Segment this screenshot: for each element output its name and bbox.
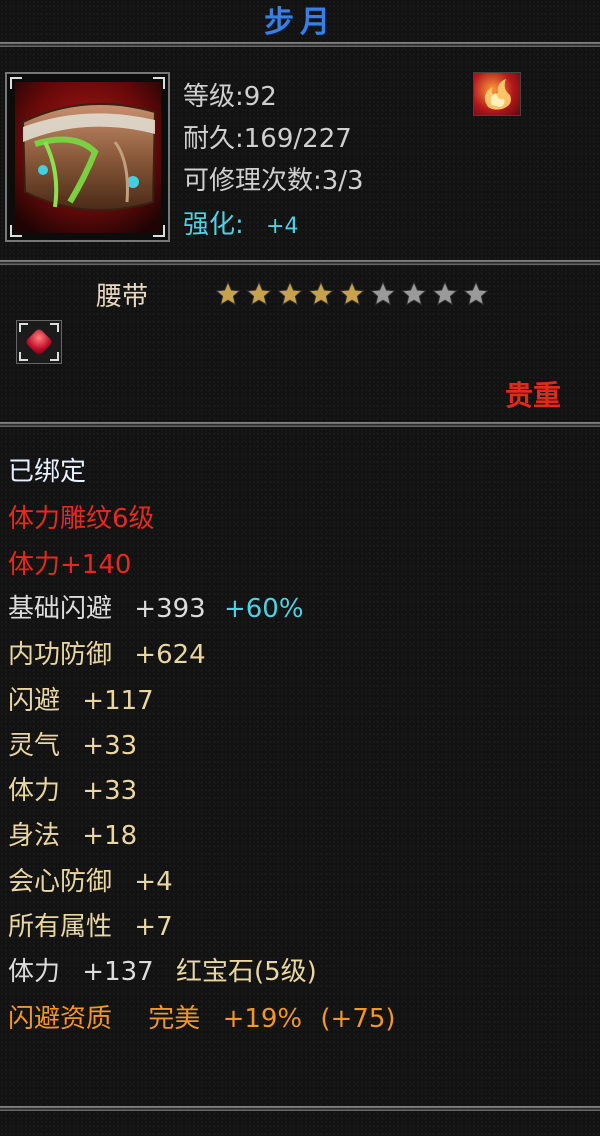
agility-line: 身法 +18 bbox=[8, 819, 137, 853]
attr-percent: +60% bbox=[223, 594, 304, 624]
bound-status: 已绑定 bbox=[8, 457, 87, 487]
star-filled-icon bbox=[339, 281, 365, 306]
slot-corner bbox=[19, 323, 28, 332]
attr-value: +117 bbox=[82, 686, 154, 716]
aptitude-percent: +19% bbox=[222, 1004, 303, 1034]
refine-stat: 强化: +4 bbox=[183, 204, 298, 241]
flame-icon-glyph bbox=[484, 79, 511, 110]
attr-label: 会心防御 bbox=[8, 867, 113, 897]
attr-value: +624 bbox=[134, 640, 206, 670]
star-empty-icon bbox=[401, 281, 427, 306]
attr-label: 体力 bbox=[8, 957, 61, 987]
crit-defense-line: 会心防御 +4 bbox=[8, 865, 173, 899]
attr-label: 内功防御 bbox=[8, 640, 113, 670]
attr-label: 灵气 bbox=[8, 731, 61, 761]
rarity-label: 贵重 bbox=[505, 379, 562, 412]
attr-label: 基础闪避 bbox=[8, 594, 113, 624]
star-filled-icon bbox=[215, 281, 241, 306]
slot-corner bbox=[19, 352, 28, 361]
star-filled-icon bbox=[308, 281, 334, 306]
star-filled-icon bbox=[246, 281, 272, 306]
gem-bonus-line: 体力 +137 红宝石(5级) bbox=[8, 955, 317, 989]
divider-bottom bbox=[0, 1106, 600, 1111]
attr-label: 体力 bbox=[8, 776, 61, 806]
divider-middle bbox=[0, 260, 600, 265]
divider-attributes bbox=[0, 422, 600, 427]
flame-icon[interactable] bbox=[473, 72, 521, 116]
attr-label: 闪避资质 bbox=[8, 1004, 113, 1034]
level-stat: 等级:92 bbox=[183, 82, 277, 112]
item-icon-frame[interactable] bbox=[5, 72, 170, 242]
aptitude-extra: (+75) bbox=[320, 1004, 396, 1034]
all-attributes-line: 所有属性 +7 bbox=[8, 910, 173, 944]
belt-icon bbox=[15, 82, 161, 233]
star-empty-icon bbox=[370, 281, 396, 306]
attr-label: 所有属性 bbox=[8, 912, 113, 942]
gem-name: 红宝石(5级) bbox=[175, 957, 317, 987]
attr-label: 闪避 bbox=[8, 686, 61, 716]
attr-value: +33 bbox=[82, 776, 138, 806]
attr-value: +393 bbox=[134, 594, 206, 624]
slot-corner bbox=[50, 323, 59, 332]
star-empty-icon bbox=[432, 281, 458, 306]
aptitude-grade: 完美 bbox=[148, 1004, 201, 1034]
dodge-line: 闪避 +117 bbox=[8, 684, 154, 718]
slot-corner bbox=[50, 352, 59, 361]
stamina-line: 体力 +33 bbox=[8, 774, 137, 808]
attr-value: +137 bbox=[82, 957, 154, 987]
attr-value: +33 bbox=[82, 731, 138, 761]
attr-value: +4 bbox=[134, 867, 173, 897]
refine-label: 强化: bbox=[183, 210, 244, 240]
ruby-gem-icon bbox=[24, 327, 54, 357]
durability-stat: 耐久:169/227 bbox=[183, 124, 352, 154]
refine-value: +4 bbox=[266, 214, 299, 239]
item-type-label: 腰带 bbox=[96, 282, 149, 312]
divider-top bbox=[0, 42, 600, 47]
gem-slot[interactable] bbox=[16, 320, 62, 364]
repair-count-stat: 可修理次数:3/3 bbox=[183, 166, 364, 196]
star-rating bbox=[213, 280, 492, 310]
engrave-line: 体力雕纹6级 bbox=[8, 504, 155, 534]
attr-value: +7 bbox=[134, 912, 173, 942]
aptitude-line: 闪避资质 完美 +19% (+75) bbox=[8, 1002, 396, 1036]
spirit-line: 灵气 +33 bbox=[8, 729, 137, 763]
star-filled-icon bbox=[277, 281, 303, 306]
attr-value: +18 bbox=[82, 821, 138, 851]
engrave-bonus-line: 体力+140 bbox=[8, 550, 132, 580]
inner-defense-line: 内功防御 +624 bbox=[8, 638, 206, 672]
star-empty-icon bbox=[463, 281, 489, 306]
base-dodge-line: 基础闪避 +393 +60% bbox=[8, 592, 304, 626]
item-name: 步月 bbox=[264, 5, 336, 40]
attr-label: 身法 bbox=[8, 821, 61, 851]
